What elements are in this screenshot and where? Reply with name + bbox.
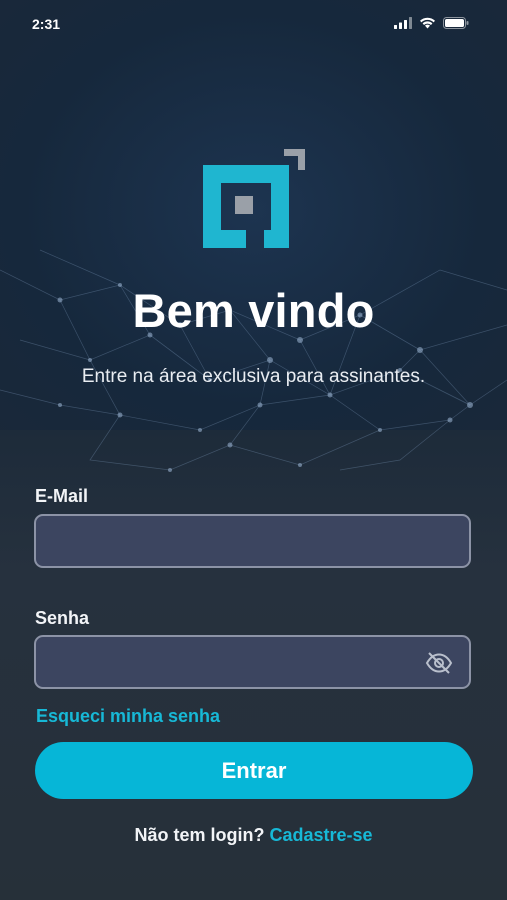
email-label: E-Mail	[35, 486, 89, 506]
eye-off-icon[interactable]	[425, 651, 453, 675]
wifi-icon	[420, 17, 435, 29]
app-logo	[203, 149, 305, 248]
page-title: Bem vindo	[132, 284, 375, 337]
login-button[interactable]: Entrar	[35, 742, 473, 799]
page-subtitle: Entre na área exclusiva para assinantes.	[81, 366, 426, 387]
email-field-container	[34, 514, 471, 568]
password-field[interactable]	[36, 637, 469, 687]
network-background-graphic	[0, 249, 507, 472]
signup-prompt-text: Não tem login?	[134, 825, 265, 845]
battery-icon	[443, 17, 469, 29]
status-time: 2:31	[32, 16, 61, 32]
status-icons	[394, 17, 469, 29]
status-bar: 2:31	[0, 0, 507, 46]
password-field-container	[34, 635, 471, 689]
forgot-password-link[interactable]: Esqueci minha senha	[36, 706, 220, 727]
signup-prompt: Não tem login? Cadastre-se	[0, 825, 507, 846]
password-label: Senha	[35, 608, 90, 628]
email-field[interactable]	[36, 516, 469, 566]
signup-link[interactable]: Cadastre-se	[269, 825, 372, 845]
signal-icon	[394, 17, 412, 29]
